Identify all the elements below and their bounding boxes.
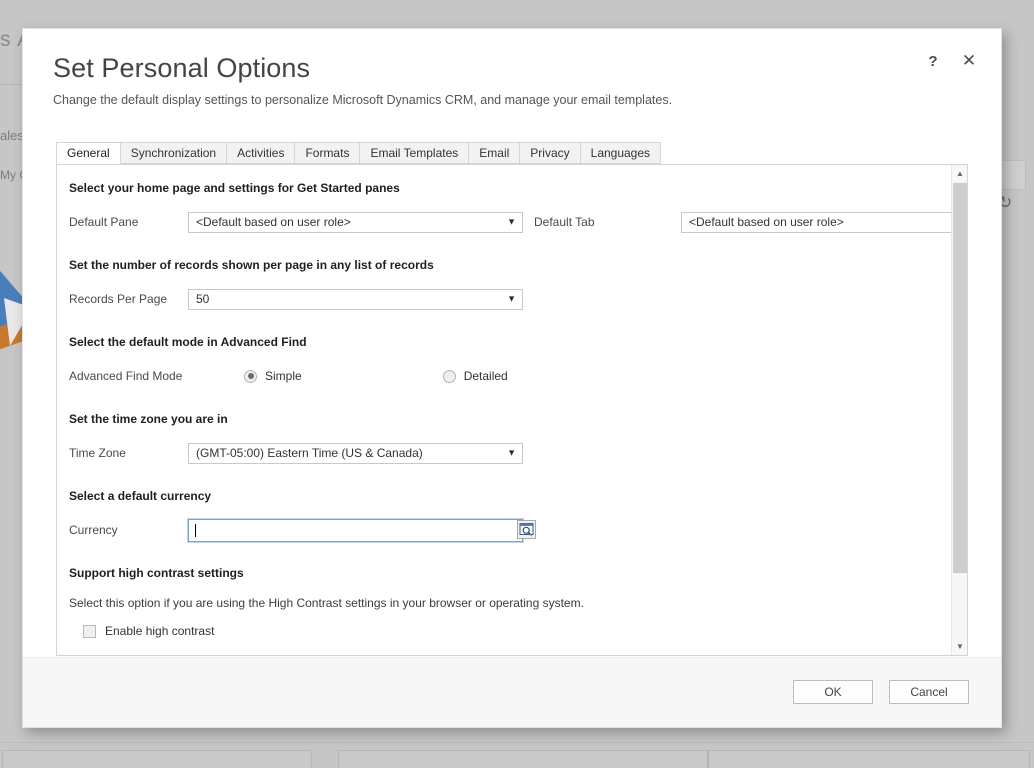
radio-advanced-find-detailed[interactable]: Detailed [442, 369, 508, 383]
tab-email[interactable]: Email [469, 142, 521, 164]
background-card [708, 750, 1030, 768]
general-tab-panel: Select your home page and settings for G… [56, 164, 968, 656]
currency-row: Currency [69, 517, 967, 543]
section-heading-home-page: Select your home page and settings for G… [69, 181, 400, 195]
help-icon[interactable]: ? [919, 47, 947, 75]
tab-languages[interactable]: Languages [580, 142, 662, 164]
advanced-find-mode-label: Advanced Find Mode [69, 369, 183, 383]
tab-activities[interactable]: Activities [227, 142, 296, 164]
section-advanced-find: Select the default mode in Advanced Find… [69, 335, 967, 387]
enable-high-contrast-label: Enable high contrast [105, 624, 215, 638]
radio-label-detailed: Detailed [463, 369, 508, 383]
currency-label: Currency [69, 523, 118, 537]
lookup-magnifier-icon[interactable] [517, 519, 536, 539]
close-icon[interactable]: ✕ [955, 47, 983, 75]
section-heading-time-zone: Set the time zone you are in [69, 412, 228, 426]
dialog-subtitle: Change the default display settings to p… [53, 93, 673, 108]
radio-button-icon [442, 369, 456, 383]
time-zone-label: Time Zone [69, 446, 126, 460]
chevron-down-icon: ▼ [507, 293, 516, 304]
time-zone-select[interactable]: (GMT-05:00) Eastern Time (US & Canada) ▼ [188, 442, 523, 464]
tab-strip: General Synchronization Activities Forma… [56, 141, 1001, 164]
currency-lookup-field[interactable] [187, 517, 536, 543]
text-cursor [195, 523, 196, 537]
currency-input[interactable] [189, 520, 522, 540]
chevron-down-icon: ▼ [507, 447, 516, 458]
tab-general[interactable]: General [56, 142, 121, 164]
records-per-page-label: Records Per Page [69, 292, 168, 306]
radio-advanced-find-simple[interactable]: Simple [244, 369, 302, 383]
dialog-footer: OK Cancel [23, 657, 1001, 727]
set-personal-options-dialog: Set Personal Options Change the default … [22, 28, 1002, 728]
default-pane-row: Default Pane <Default based on user role… [69, 211, 968, 233]
records-per-page-row: Records Per Page 50 ▼ [69, 288, 967, 310]
content-scrollbar[interactable]: ▲ ▼ [951, 165, 967, 655]
default-pane-select[interactable]: <Default based on user role> ▼ [188, 211, 523, 233]
radio-button-icon [244, 369, 257, 383]
default-tab-select[interactable]: <Default based on user role> ▼ [681, 211, 968, 233]
page-title: Set Personal Options [53, 53, 311, 83]
tab-email-templates[interactable]: Email Templates [360, 142, 470, 164]
section-records-per-page: Set the number of records shown per page… [69, 258, 967, 310]
section-heading-currency: Select a default currency [69, 489, 212, 503]
chevron-down-icon: ▼ [967, 218, 968, 227]
default-pane-value: <Default based on user role> [196, 215, 351, 229]
section-time-zone: Set the time zone you are in Time Zone (… [69, 412, 967, 464]
footer-buttons: OK Cancel [793, 680, 969, 704]
background-card [338, 750, 708, 768]
section-heading-high-contrast: Support high contrast settings [69, 566, 244, 580]
cancel-button[interactable]: Cancel [889, 680, 969, 704]
section-home-page: Select your home page and settings for G… [69, 181, 968, 233]
checkbox-icon [83, 624, 96, 638]
chevron-down-icon: ▼ [507, 216, 516, 227]
tab-synchronization[interactable]: Synchronization [120, 142, 228, 164]
section-heading-advanced-find: Select the default mode in Advanced Find [69, 335, 307, 349]
background-card [2, 750, 312, 768]
records-per-page-value: 50 [196, 292, 210, 306]
ok-button[interactable]: OK [793, 680, 873, 704]
section-high-contrast: Support high contrast settings Select th… [69, 566, 967, 638]
records-per-page-select[interactable]: 50 ▼ [188, 288, 523, 310]
default-pane-label: Default Pane [69, 215, 139, 229]
settings-form: Select your home page and settings for G… [57, 165, 968, 655]
enable-high-contrast-checkbox[interactable]: Enable high contrast [83, 624, 967, 638]
scroll-down-arrow-icon[interactable]: ▼ [952, 638, 967, 655]
default-tab-value: <Default based on user role> [689, 215, 844, 229]
header-actions: ? ✕ [919, 47, 983, 75]
time-zone-row: Time Zone (GMT-05:00) Eastern Time (US &… [69, 442, 967, 464]
background-horizontal-rule [0, 742, 1034, 743]
scrollbar-thumb[interactable] [953, 183, 967, 573]
radio-label-simple: Simple [265, 369, 302, 383]
scroll-up-arrow-icon[interactable]: ▲ [952, 165, 967, 182]
high-contrast-description: Select this option if you are using the … [69, 596, 584, 610]
advanced-find-mode-row: Advanced Find Mode Simple Detailed [69, 365, 967, 387]
section-currency: Select a default currency Currency [69, 489, 967, 543]
tab-privacy[interactable]: Privacy [520, 142, 581, 164]
section-heading-records: Set the number of records shown per page… [69, 258, 434, 272]
dialog-header: Set Personal Options Change the default … [23, 29, 1001, 141]
background-sub-nav-sales: ales [0, 128, 24, 143]
tab-formats[interactable]: Formats [295, 142, 361, 164]
time-zone-value: (GMT-05:00) Eastern Time (US & Canada) [196, 446, 423, 460]
default-tab-label: Default Tab [534, 215, 595, 229]
